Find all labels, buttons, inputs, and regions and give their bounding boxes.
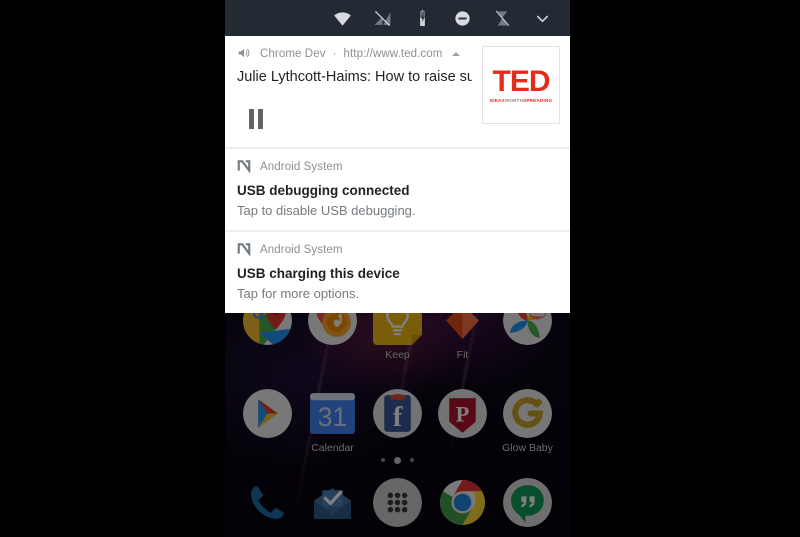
notification-usb-debugging[interactable]: Android System USB debugging connected T… xyxy=(225,149,570,230)
notification-source: http://www.ted.com xyxy=(343,48,443,60)
ted-tagline-worth: WORTH xyxy=(504,97,524,103)
speaker-icon xyxy=(237,46,253,62)
notification-shade: Chrome Dev · http://www.ted.com Julie Ly… xyxy=(225,36,570,313)
ted-tagline: IDEASWORTHSPREADING xyxy=(490,98,553,103)
alarm-off-icon[interactable] xyxy=(482,0,522,36)
notification-text: Tap to disable USB debugging. xyxy=(237,203,416,218)
wifi-icon[interactable] xyxy=(322,0,362,36)
ted-tagline-spreading: SPREADING xyxy=(523,97,553,103)
notification-title: Julie Lythcott-Haims: How to raise succe… xyxy=(237,69,472,85)
ted-wordmark: TED xyxy=(492,64,551,98)
chevron-up-icon[interactable] xyxy=(452,52,461,56)
ted-tagline-ideas: IDEAS xyxy=(489,97,505,103)
notification-app-name: Android System xyxy=(260,244,343,256)
notification-title: USB debugging connected xyxy=(237,183,410,198)
battery-charging-icon[interactable] xyxy=(402,0,442,36)
ted-logo: TED IDEASWORTHSPREADING xyxy=(482,46,560,124)
notification-header: Android System xyxy=(237,242,558,258)
notification-header: Android System xyxy=(237,159,558,175)
do-not-disturb-icon[interactable] xyxy=(442,0,482,36)
status-bar xyxy=(225,0,570,36)
chevron-down-icon[interactable] xyxy=(522,0,562,36)
notification-title: USB charging this device xyxy=(237,266,400,281)
notification-usb-charging[interactable]: Android System USB charging this device … xyxy=(225,232,570,313)
pause-icon[interactable] xyxy=(243,106,269,132)
notification-separator: · xyxy=(332,48,337,60)
notification-text: Tap for more options. xyxy=(237,286,360,301)
notification-app-name: Android System xyxy=(260,161,343,173)
cell-signal-off-icon[interactable] xyxy=(362,0,402,36)
screenshot-stage: G xyxy=(0,0,800,537)
notification-media[interactable]: Chrome Dev · http://www.ted.com Julie Ly… xyxy=(225,36,570,147)
android-system-icon xyxy=(237,242,253,258)
android-system-icon xyxy=(237,159,253,175)
notification-app-name: Chrome Dev xyxy=(260,48,326,60)
phone-screen: G xyxy=(225,0,570,537)
